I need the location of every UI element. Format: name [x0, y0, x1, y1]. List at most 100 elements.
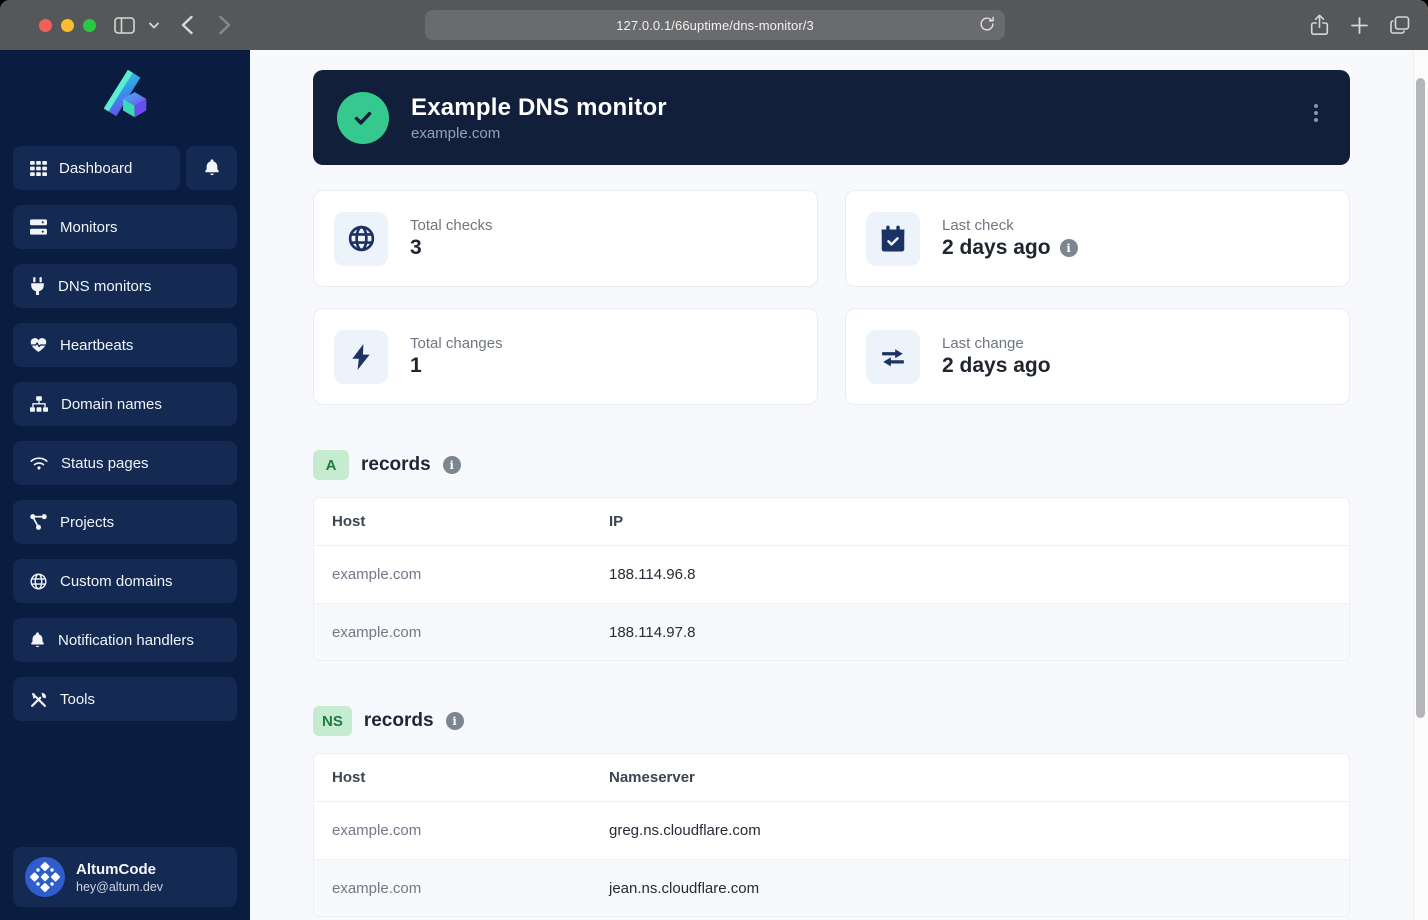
table-header-row: Host IP [314, 498, 1349, 546]
monitor-header-card: Example DNS monitor example.com [313, 70, 1350, 165]
tab-overview-icon[interactable] [1390, 15, 1410, 35]
monitor-options-kebab-icon[interactable] [1310, 100, 1322, 126]
ns-records-table: Host Nameserver example.com greg.ns.clou… [313, 753, 1350, 917]
sidebar-item-dashboard[interactable]: Dashboard [13, 146, 180, 190]
info-icon[interactable]: i [442, 456, 461, 474]
forward-button [219, 15, 231, 35]
scrollbar-thumb[interactable] [1416, 78, 1425, 718]
record-type-badge: NS [313, 706, 352, 736]
stat-card-total-changes: Total changes 1 [313, 308, 818, 405]
grid-icon [30, 160, 47, 176]
right-left-icon [866, 329, 920, 384]
sidebar-item-monitors[interactable]: Monitors [13, 205, 237, 249]
sidebar-item-label: Dashboard [59, 159, 133, 177]
chevron-down-icon[interactable] [149, 22, 159, 29]
info-icon[interactable]: i [445, 712, 464, 730]
stat-card-last-change: Last change 2 days ago [845, 308, 1350, 405]
sidebar-item-custom-domains[interactable]: Custom domains [13, 559, 237, 603]
sitemap-icon [30, 396, 48, 412]
minimize-window-button[interactable] [61, 18, 74, 32]
sidebar-item-label: Status pages [61, 454, 149, 472]
stat-label: Total changes [410, 335, 503, 352]
main-content: Example DNS monitor example.com Total ch… [250, 50, 1428, 920]
sidebar-nav: Monitors DNS monitors Heartbeats Domain … [13, 205, 237, 721]
table-row: example.com 188.114.97.8 [314, 603, 1349, 660]
notifications-button[interactable] [186, 146, 237, 190]
back-button[interactable] [181, 15, 193, 35]
address-bar[interactable]: 127.0.0.1/66uptime/dns-monitor/3 [425, 10, 1005, 40]
stat-card-last-check: Last check 2 days ago i [845, 190, 1350, 287]
share-icon[interactable] [1310, 14, 1329, 36]
column-header: IP [609, 513, 624, 530]
sidebar-item-domain-names[interactable]: Domain names [13, 382, 237, 426]
stat-value: 3 [410, 236, 422, 259]
new-tab-icon[interactable] [1351, 16, 1368, 34]
status-up-icon [337, 91, 389, 144]
nameserver-cell: greg.ns.cloudflare.com [609, 822, 761, 839]
table-row: example.com greg.ns.cloudflare.com [314, 802, 1349, 859]
stat-value: 2 days ago [942, 236, 1051, 259]
account-card[interactable]: AltumCode hey@altum.dev [13, 847, 237, 907]
bolt-icon [334, 329, 388, 384]
section-title: records [361, 454, 431, 475]
column-header: Host [332, 513, 366, 530]
plug-icon [30, 277, 45, 295]
sidebar-item-label: Heartbeats [60, 336, 134, 354]
stat-label: Last change [942, 335, 1024, 352]
table-header-row: Host Nameserver [314, 754, 1349, 802]
close-window-button[interactable] [39, 18, 52, 32]
section-title: records [363, 710, 434, 731]
sidebar-item-label: Tools [60, 690, 96, 708]
stat-label: Last check [942, 217, 1014, 234]
stat-card-total-checks: Total checks 3 [313, 190, 818, 287]
bell-icon [204, 159, 220, 177]
calendar-check-icon [866, 211, 920, 266]
account-name: AltumCode [76, 860, 156, 878]
server-icon [30, 219, 47, 235]
sidebar-item-projects[interactable]: Projects [13, 500, 237, 544]
sidebar-item-notification-handlers[interactable]: Notification handlers [13, 618, 237, 662]
window-controls [39, 18, 96, 32]
stat-label: Total checks [410, 217, 493, 234]
table-row: example.com jean.ns.cloudflare.com [314, 859, 1349, 916]
nameserver-cell: jean.ns.cloudflare.com [609, 879, 760, 897]
info-icon[interactable]: i [1059, 239, 1078, 257]
browser-window: 127.0.0.1/66uptime/dns-monitor/3 Dashboa… [0, 0, 1428, 920]
sidebar-item-label: Custom domains [60, 572, 173, 590]
wifi-icon [30, 456, 48, 470]
heartbeat-icon [30, 337, 47, 353]
host-cell: example.com [332, 623, 422, 641]
monitor-hostname: example.com [411, 124, 501, 142]
ip-cell: 188.114.97.8 [609, 623, 696, 641]
column-header: Nameserver [609, 769, 695, 786]
globe-icon [334, 211, 388, 266]
reload-icon[interactable] [978, 15, 996, 33]
sidebar-item-label: Monitors [60, 218, 118, 236]
sidebar-item-heartbeats[interactable]: Heartbeats [13, 323, 237, 367]
avatar [25, 857, 65, 897]
share-nodes-icon [30, 514, 47, 530]
ns-records-section: NS records i Host Nameserver example.com… [313, 706, 1350, 917]
stat-value: 1 [410, 354, 422, 377]
account-email: hey@altum.dev [76, 879, 164, 894]
tools-icon [30, 691, 47, 708]
table-row: example.com 188.114.96.8 [314, 546, 1349, 603]
scrollbar-track[interactable] [1413, 50, 1428, 920]
zoom-window-button[interactable] [83, 18, 96, 32]
a-records-section: A records i Host IP example.com 188.114.… [313, 450, 1350, 661]
stats-grid: Total checks 3 Last check 2 days ago i T… [313, 190, 1350, 405]
record-type-badge: A [313, 450, 349, 480]
sidebar-toggle-icon[interactable] [114, 16, 135, 34]
host-cell: example.com [332, 822, 422, 839]
page-title: Example DNS monitor [411, 93, 667, 121]
ip-cell: 188.114.96.8 [609, 566, 696, 583]
sidebar-item-dns-monitors[interactable]: DNS monitors [13, 264, 237, 308]
sidebar-item-label: Projects [60, 513, 115, 531]
sidebar-item-tools[interactable]: Tools [13, 677, 237, 721]
sidebar-item-label: DNS monitors [58, 277, 152, 295]
host-cell: example.com [332, 566, 422, 583]
browser-toolbar: 127.0.0.1/66uptime/dns-monitor/3 [0, 0, 1428, 50]
stat-value: 2 days ago [942, 354, 1051, 377]
a-records-table: Host IP example.com 188.114.96.8 example… [313, 497, 1350, 661]
sidebar-item-status-pages[interactable]: Status pages [13, 441, 237, 485]
